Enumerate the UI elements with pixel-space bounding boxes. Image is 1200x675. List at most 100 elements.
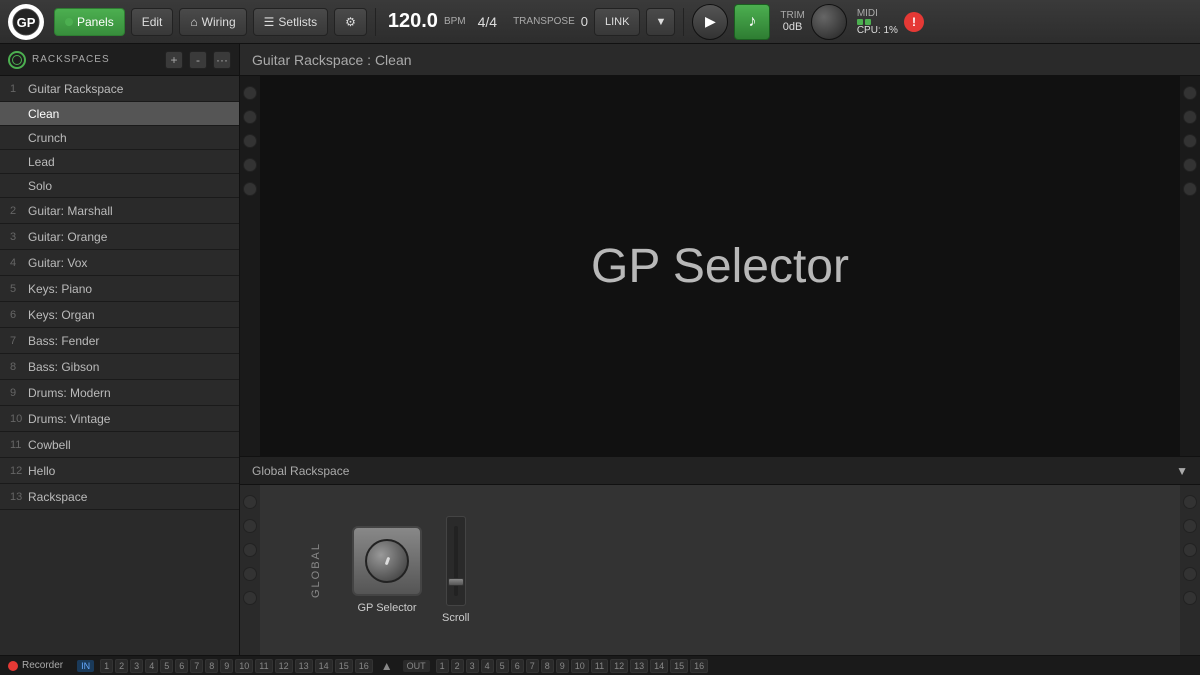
rack-right-btn-1[interactable] bbox=[1183, 86, 1197, 100]
midi-ch-11[interactable]: 11 bbox=[255, 659, 272, 673]
rack-right-btn-5[interactable] bbox=[1183, 182, 1197, 196]
global-left-btn-4[interactable] bbox=[243, 567, 257, 581]
rack-left-btn-3[interactable] bbox=[243, 134, 257, 148]
midi-ch-3[interactable]: 3 bbox=[130, 659, 143, 673]
tuner-button[interactable]: ♪ bbox=[734, 4, 770, 40]
panels-button[interactable]: Panels bbox=[54, 8, 125, 36]
variation-crunch[interactable]: Crunch bbox=[0, 126, 239, 150]
global-right-btn-2[interactable] bbox=[1183, 519, 1197, 533]
midi-ch-7[interactable]: 7 bbox=[190, 659, 203, 673]
rackspace-item-10[interactable]: 10 Drums: Vintage bbox=[0, 406, 239, 432]
variation-solo[interactable]: Solo bbox=[0, 174, 239, 198]
global-collapse-arrow[interactable]: ▼ bbox=[1176, 464, 1188, 478]
midi-out-ch-7[interactable]: 7 bbox=[526, 659, 539, 673]
midi-out-ch-6[interactable]: 6 bbox=[511, 659, 524, 673]
rack-left-btn-1[interactable] bbox=[243, 86, 257, 100]
recorder-label: Recorder bbox=[22, 660, 63, 671]
midi-ch-15[interactable]: 15 bbox=[335, 659, 353, 673]
rack-left-btn-2[interactable] bbox=[243, 110, 257, 124]
remove-rackspace-button[interactable]: - bbox=[189, 51, 207, 69]
midi-ch-9[interactable]: 9 bbox=[220, 659, 233, 673]
rackspace-item-3[interactable]: 3 Guitar: Orange bbox=[0, 224, 239, 250]
midi-out-ch-9[interactable]: 9 bbox=[556, 659, 569, 673]
wiring-button[interactable]: ⌂ Wiring bbox=[179, 8, 246, 36]
variation-crunch-label: Crunch bbox=[28, 131, 67, 145]
midi-ch-14[interactable]: 14 bbox=[315, 659, 333, 673]
rackspace-item-6[interactable]: 6 Keys: Organ bbox=[0, 302, 239, 328]
gp-selector-knob[interactable] bbox=[365, 539, 409, 583]
midi-ch-16[interactable]: 16 bbox=[355, 659, 373, 673]
rackspace-item-5[interactable]: 5 Keys: Piano bbox=[0, 276, 239, 302]
midi-out-ch-10[interactable]: 10 bbox=[571, 659, 589, 673]
global-left-btn-2[interactable] bbox=[243, 519, 257, 533]
midi-ch-4[interactable]: 4 bbox=[145, 659, 158, 673]
midi-out-ch-2[interactable]: 2 bbox=[451, 659, 464, 673]
up-arrow-icon: ▲ bbox=[381, 659, 393, 673]
midi-out-ch-12[interactable]: 12 bbox=[610, 659, 628, 673]
top-bar: GP Panels Edit ⌂ Wiring ☰ Setlists ⚙ 120… bbox=[0, 0, 1200, 44]
midi-ch-2[interactable]: 2 bbox=[115, 659, 128, 673]
rackspace-item-13[interactable]: 13 Rackspace bbox=[0, 484, 239, 510]
midi-out-ch-13[interactable]: 13 bbox=[630, 659, 648, 673]
rackspace-name-3: Guitar: Orange bbox=[28, 230, 107, 244]
master-volume-knob[interactable] bbox=[811, 4, 847, 40]
global-right-btn-1[interactable] bbox=[1183, 495, 1197, 509]
midi-out-ch-11[interactable]: 11 bbox=[591, 659, 608, 673]
variation-clean[interactable]: Clean bbox=[0, 102, 239, 126]
rackspace-item-9[interactable]: 9 Drums: Modern bbox=[0, 380, 239, 406]
midi-out-ch-4[interactable]: 4 bbox=[481, 659, 494, 673]
rackspace-item-11[interactable]: 11 Cowbell bbox=[0, 432, 239, 458]
rack-left-btn-5[interactable] bbox=[243, 182, 257, 196]
gp-selector-main-label: GP Selector bbox=[591, 239, 849, 294]
link-button[interactable]: LINK bbox=[594, 8, 640, 36]
rackspace-num-6: 6 bbox=[10, 309, 28, 321]
midi-ch-12[interactable]: 12 bbox=[275, 659, 293, 673]
midi-out-ch-3[interactable]: 3 bbox=[466, 659, 479, 673]
global-right-btn-3[interactable] bbox=[1183, 543, 1197, 557]
rackspace-item-1[interactable]: 1 Guitar Rackspace bbox=[0, 76, 239, 102]
play-button[interactable]: ▶ bbox=[692, 4, 728, 40]
dropdown-arrow-button[interactable]: ▼ bbox=[646, 8, 675, 36]
cpu-val-num: 1% bbox=[884, 25, 898, 36]
rack-left-btn-4[interactable] bbox=[243, 158, 257, 172]
rackspace-item-8[interactable]: 8 Bass: Gibson bbox=[0, 354, 239, 380]
midi-out-ch-16[interactable]: 16 bbox=[690, 659, 708, 673]
add-rackspace-button[interactable]: + bbox=[165, 51, 183, 69]
play-icon: ▶ bbox=[705, 13, 716, 30]
global-right-btn-5[interactable] bbox=[1183, 591, 1197, 605]
edit-button[interactable]: Edit bbox=[131, 8, 174, 36]
link-label: LINK bbox=[605, 16, 629, 28]
rack-right-btn-2[interactable] bbox=[1183, 110, 1197, 124]
midi-ch-8[interactable]: 8 bbox=[205, 659, 218, 673]
midi-ch-6[interactable]: 6 bbox=[175, 659, 188, 673]
scroll-fader[interactable] bbox=[446, 516, 466, 606]
tools-button[interactable]: ⚙ bbox=[334, 8, 367, 36]
midi-out-ch-14[interactable]: 14 bbox=[650, 659, 668, 673]
midi-out-ch-15[interactable]: 15 bbox=[670, 659, 688, 673]
midi-ch-10[interactable]: 10 bbox=[235, 659, 253, 673]
rackspace-num-7: 7 bbox=[10, 335, 28, 347]
midi-ch-1[interactable]: 1 bbox=[100, 659, 113, 673]
global-rackspace: Global Rackspace ▼ GLOBAL bbox=[240, 456, 1200, 655]
midi-out-ch-1[interactable]: 1 bbox=[436, 659, 449, 673]
rack-right-btn-4[interactable] bbox=[1183, 158, 1197, 172]
rackspace-item-2[interactable]: 2 Guitar: Marshall bbox=[0, 198, 239, 224]
rackspace-item-4[interactable]: 4 Guitar: Vox bbox=[0, 250, 239, 276]
rackspace-item-7[interactable]: 7 Bass: Fender bbox=[0, 328, 239, 354]
midi-ch-13[interactable]: 13 bbox=[295, 659, 313, 673]
global-left-btn-5[interactable] bbox=[243, 591, 257, 605]
rack-right-btn-3[interactable] bbox=[1183, 134, 1197, 148]
midi-out-ch-5[interactable]: 5 bbox=[496, 659, 509, 673]
midi-out-ch-8[interactable]: 8 bbox=[541, 659, 554, 673]
rackspace-item-12[interactable]: 12 Hello bbox=[0, 458, 239, 484]
gp-selector-plugin-icon[interactable] bbox=[352, 526, 422, 596]
global-left-btn-3[interactable] bbox=[243, 543, 257, 557]
rackspace-header: Guitar Rackspace : Clean bbox=[240, 44, 1200, 76]
global-left-btn-1[interactable] bbox=[243, 495, 257, 509]
global-right-btn-4[interactable] bbox=[1183, 567, 1197, 581]
more-rackspace-button[interactable]: ··· bbox=[213, 51, 231, 69]
fader-handle[interactable] bbox=[448, 578, 464, 586]
setlists-button[interactable]: ☰ Setlists bbox=[253, 8, 328, 36]
variation-lead[interactable]: Lead bbox=[0, 150, 239, 174]
midi-ch-5[interactable]: 5 bbox=[160, 659, 173, 673]
